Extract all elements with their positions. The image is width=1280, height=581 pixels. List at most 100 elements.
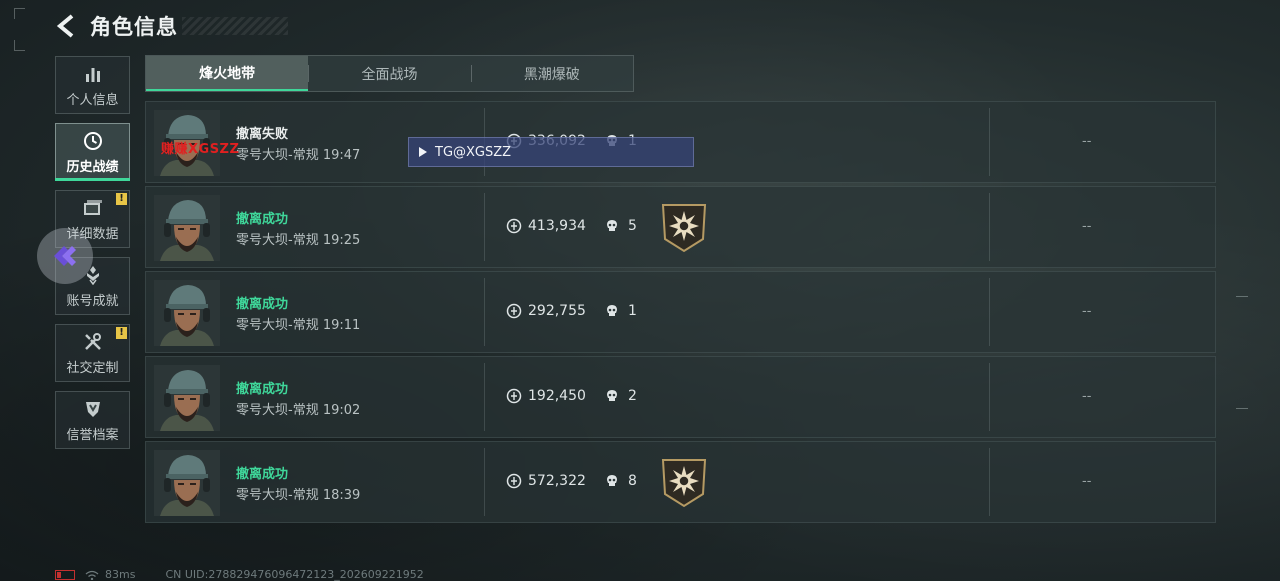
kill-count: 1 xyxy=(604,303,637,319)
extra-stat: -- xyxy=(1082,134,1092,149)
wifi-icon xyxy=(85,570,99,580)
extra-stat: -- xyxy=(1082,389,1092,404)
play-icon xyxy=(419,147,427,157)
skull-icon xyxy=(604,473,620,489)
skull-icon xyxy=(604,218,620,234)
map-and-time: 零号大坝-常规 19:25 xyxy=(236,233,361,248)
column-divider xyxy=(484,278,485,346)
watermark-text: 赚赚XGSZZ xyxy=(161,142,240,157)
double-chevron-icon xyxy=(54,246,76,266)
title-decoration xyxy=(182,17,288,35)
value-text: 292,755 xyxy=(528,303,586,319)
tab-label: 全面战场 xyxy=(361,66,418,83)
tools-icon xyxy=(82,331,104,353)
tab-label: 黑潮爆破 xyxy=(523,66,580,83)
ping-text: 83ms xyxy=(105,568,136,581)
match-row[interactable]: 撤离成功零号大坝-常规 19:11 292,755 1 -- xyxy=(145,271,1216,353)
map-and-time: 零号大坝-常规 19:47 xyxy=(236,148,361,163)
sidebar-item-label: 历史战绩 xyxy=(66,159,119,175)
sidebar-item-label: 账号成就 xyxy=(66,293,119,309)
medal-badge-icon xyxy=(660,203,708,253)
column-divider xyxy=(989,448,990,516)
extra-stat: -- xyxy=(1082,304,1092,319)
character-avatar xyxy=(154,195,220,261)
value-text: 413,934 xyxy=(528,218,586,234)
column-divider xyxy=(989,363,990,431)
page-title: 角色信息 xyxy=(90,15,178,39)
coin-icon xyxy=(506,473,522,489)
tab-beacon-zone[interactable]: 烽火地带 xyxy=(146,56,309,91)
overlay-banner[interactable]: TG@XGSZZ xyxy=(408,137,694,167)
frame-corner-bottom-left xyxy=(14,40,25,51)
extraction-value: 572,322 xyxy=(506,473,586,489)
column-divider xyxy=(484,363,485,431)
frame-tick xyxy=(1236,408,1248,409)
column-divider xyxy=(484,448,485,516)
frame-tick xyxy=(1236,296,1248,297)
kills-text: 2 xyxy=(628,388,637,404)
warning-badge: ! xyxy=(116,327,127,339)
kills-text: 8 xyxy=(628,473,637,489)
extraction-value: 192,450 xyxy=(506,388,586,404)
shield-icon xyxy=(82,398,104,420)
column-divider xyxy=(989,108,990,176)
medal-badge-icon xyxy=(660,458,708,508)
tab-black-tide[interactable]: 黑潮爆破 xyxy=(470,56,633,91)
skull-icon xyxy=(604,388,620,404)
folder-icon xyxy=(82,197,104,219)
kill-count: 8 xyxy=(604,473,637,489)
skull-icon xyxy=(604,303,620,319)
extraction-status: 撤离成功 xyxy=(236,212,289,227)
extraction-value: 292,755 xyxy=(506,303,586,319)
value-text: 192,450 xyxy=(528,388,586,404)
overlay-text: TG@XGSZZ xyxy=(435,144,512,160)
match-row[interactable]: 撤离成功 零号大坝-常规 18:39 572,322 8 -- xyxy=(145,441,1216,523)
warning-badge: ! xyxy=(116,193,127,205)
status-footer: 83ms CN UID:278829476096472123_202609221… xyxy=(55,568,424,581)
tab-label: 烽火地带 xyxy=(199,65,256,82)
kill-count: 2 xyxy=(604,388,637,404)
battery-icon xyxy=(55,569,75,580)
frame-corner-top-left xyxy=(14,8,25,19)
kills-text: 5 xyxy=(628,218,637,234)
sidebar-item-1[interactable]: 历史战绩 xyxy=(55,123,130,181)
map-and-time: 零号大坝-常规 19:11 xyxy=(236,318,361,333)
sidebar-item-5[interactable]: 信誉档案 xyxy=(55,391,130,449)
floating-assist-button[interactable] xyxy=(37,228,93,284)
coin-icon xyxy=(506,303,522,319)
sidebar-item-0[interactable]: 个人信息 xyxy=(55,56,130,114)
mode-tabs: 烽火地带 全面战场 黑潮爆破 xyxy=(145,55,634,92)
extraction-value: 413,934 xyxy=(506,218,586,234)
page-header: 角色信息 xyxy=(52,10,178,42)
extraction-status: 撤离成功 xyxy=(236,382,289,397)
coin-icon xyxy=(506,218,522,234)
extraction-status: 撤离成功 xyxy=(236,297,289,312)
kills-text: 1 xyxy=(628,303,637,319)
clock-icon xyxy=(82,130,104,152)
match-row[interactable]: 撤离成功零号大坝-常规 19:25 413,934 5 -- xyxy=(145,186,1216,268)
back-button[interactable] xyxy=(52,12,80,40)
extraction-status: 撤离失败 xyxy=(236,127,289,142)
sidebar-item-label: 社交定制 xyxy=(66,360,119,376)
kill-count: 5 xyxy=(604,218,637,234)
character-avatar xyxy=(154,280,220,346)
map-and-time: 零号大坝-常规 18:39 xyxy=(236,488,361,503)
map-and-time: 零号大坝-常规 19:02 xyxy=(236,403,361,418)
extraction-status: 撤离成功 xyxy=(236,467,289,482)
column-divider xyxy=(484,193,485,261)
chevron-left-icon xyxy=(56,14,74,38)
sidebar-item-label: 个人信息 xyxy=(66,92,119,108)
match-row[interactable]: 撤离成功零号大坝-常规 19:02 192,450 2 -- xyxy=(145,356,1216,438)
character-avatar xyxy=(154,365,220,431)
column-divider xyxy=(989,278,990,346)
sidebar-item-label: 信誉档案 xyxy=(66,427,119,443)
sidebar-item-4[interactable]: 社交定制! xyxy=(55,324,130,382)
extra-stat: -- xyxy=(1082,219,1092,234)
coin-icon xyxy=(506,388,522,404)
value-text: 572,322 xyxy=(528,473,586,489)
bar-chart-icon xyxy=(82,63,104,85)
column-divider xyxy=(989,193,990,261)
uid-text: CN UID:278829476096472123_202609221952 xyxy=(165,568,424,581)
tab-full-battlefield[interactable]: 全面战场 xyxy=(308,56,470,91)
character-avatar xyxy=(154,450,220,516)
